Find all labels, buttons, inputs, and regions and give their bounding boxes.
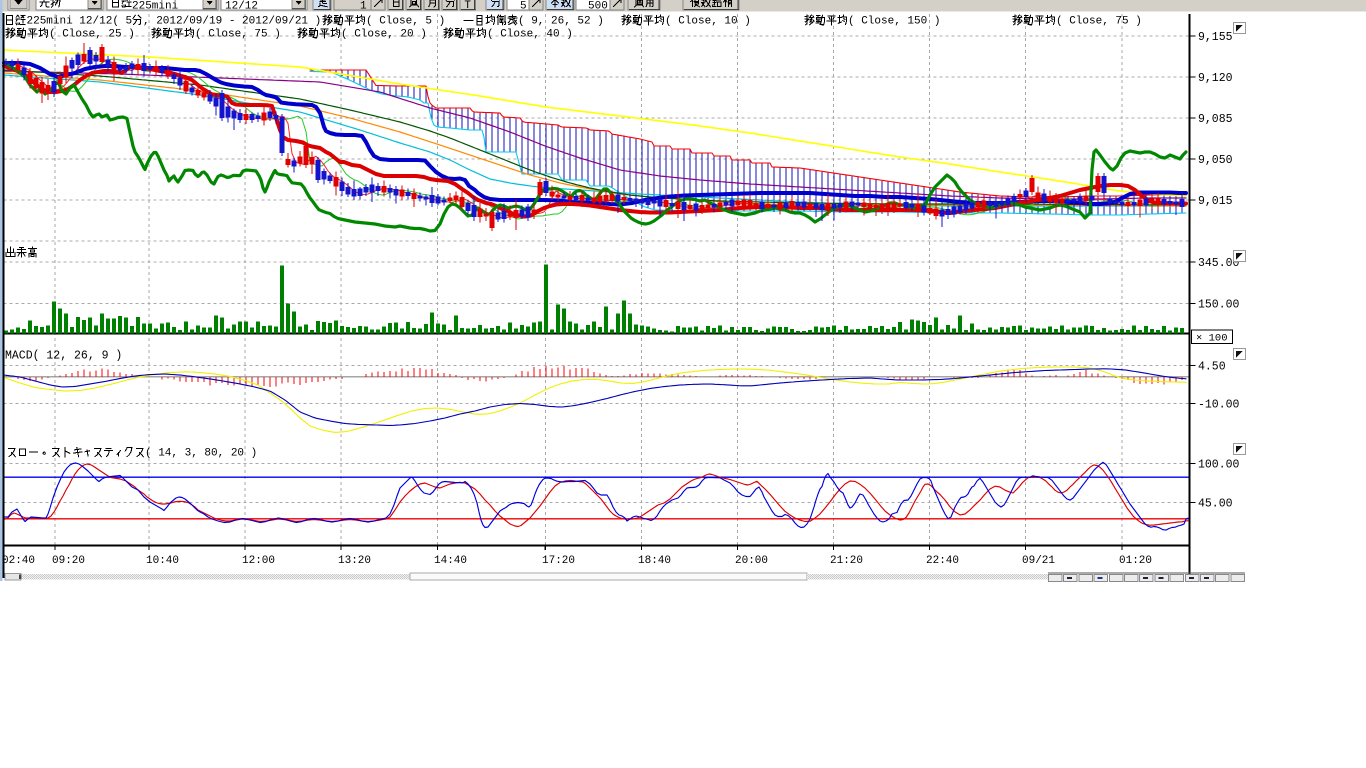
svg-text:17:20: 17:20 — [542, 555, 575, 567]
svg-text:18:40: 18:40 — [638, 555, 671, 567]
svg-text:( Close, 5 ): ( Close, 5 ) — [366, 16, 445, 28]
svg-text:, 2012/09/19 - 2012/09/21 ): , 2012/09/19 - 2012/09/21 ) — [143, 16, 321, 28]
svg-text:20:00: 20:00 — [735, 555, 768, 567]
svg-text:-10.00: -10.00 — [1198, 399, 1240, 412]
svg-text:225mini: 225mini — [132, 0, 179, 12]
svg-text:10:40: 10:40 — [146, 555, 179, 567]
svg-text:9,050: 9,050 — [1198, 154, 1233, 167]
svg-text:14:40: 14:40 — [434, 555, 467, 567]
svg-text:9,085: 9,085 — [1198, 113, 1233, 126]
svg-text:MACD( 12, 26, 9 ): MACD( 12, 26, 9 ) — [5, 350, 122, 363]
svg-text:9,155: 9,155 — [1198, 31, 1233, 44]
svg-text:01:20: 01:20 — [1119, 555, 1152, 567]
svg-text:( Close, 25 ): ( Close, 25 ) — [49, 29, 135, 41]
svg-text:225mini 12/12( 5: 225mini 12/12( 5 — [27, 16, 133, 28]
svg-text:T: T — [464, 0, 471, 12]
svg-text:( 14, 3, 80, 20 ): ( 14, 3, 80, 20 ) — [145, 448, 257, 460]
svg-text:500: 500 — [588, 0, 608, 12]
svg-text:× 100: × 100 — [1196, 333, 1228, 345]
svg-text:( 9, 26, 52 ): ( 9, 26, 52 ) — [518, 16, 604, 28]
svg-text:( Close, 75 ): ( Close, 75 ) — [1056, 16, 1142, 28]
svg-text:02:40: 02:40 — [2, 555, 35, 567]
svg-text:09/21: 09/21 — [1022, 555, 1055, 567]
svg-text:100.00: 100.00 — [1198, 459, 1240, 472]
svg-text:( Close, 40 ): ( Close, 40 ) — [487, 29, 573, 41]
svg-text:12:00: 12:00 — [242, 555, 275, 567]
svg-text:09:20: 09:20 — [52, 555, 85, 567]
svg-text:21:20: 21:20 — [830, 555, 863, 567]
svg-text:45.00: 45.00 — [1198, 497, 1233, 510]
svg-text:9,015: 9,015 — [1198, 195, 1233, 208]
svg-text:150.00: 150.00 — [1198, 299, 1240, 312]
svg-text:12/12: 12/12 — [225, 0, 258, 12]
svg-text:9,120: 9,120 — [1198, 72, 1233, 85]
svg-text:5: 5 — [520, 0, 527, 12]
svg-text:1: 1 — [360, 0, 367, 12]
svg-text:( Close, 20 ): ( Close, 20 ) — [341, 29, 427, 41]
svg-text:( Close, 10 ): ( Close, 10 ) — [665, 16, 751, 28]
svg-text:22:40: 22:40 — [926, 555, 959, 567]
svg-text:13:20: 13:20 — [338, 555, 371, 567]
svg-text:( Close, 75 ): ( Close, 75 ) — [195, 29, 281, 41]
svg-text:( Close, 150 ): ( Close, 150 ) — [848, 16, 940, 28]
svg-text:4.50: 4.50 — [1198, 361, 1226, 374]
